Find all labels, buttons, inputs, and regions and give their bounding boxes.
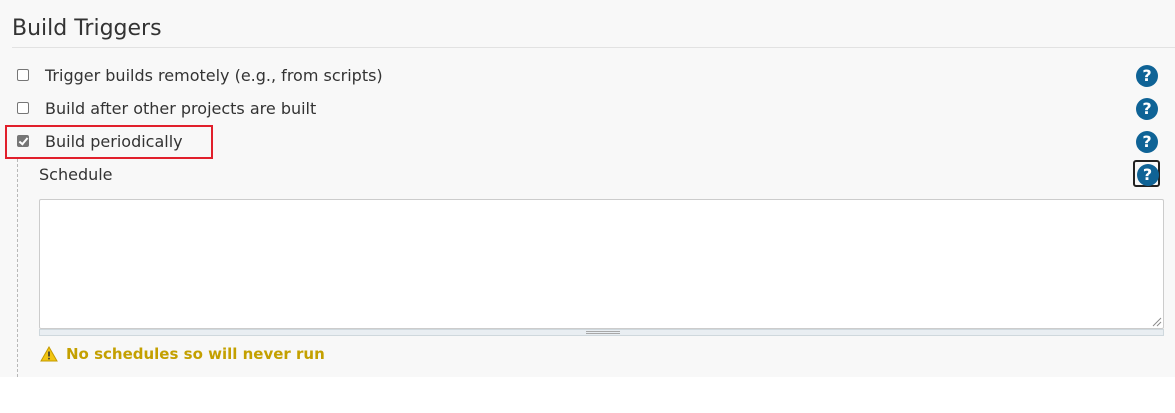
trigger-remote-checkbox[interactable]	[17, 69, 29, 81]
schedule-warning: No schedules so will never run	[40, 343, 325, 365]
section-title: Build Triggers	[12, 16, 162, 41]
build-after-other-help-icon[interactable]: ?	[1136, 98, 1158, 120]
build-after-other-label[interactable]: Build after other projects are built	[45, 99, 316, 118]
build-periodically-help-icon[interactable]: ?	[1136, 131, 1158, 153]
trigger-remote-label[interactable]: Trigger builds remotely (e.g., from scri…	[45, 66, 383, 85]
warning-triangle-icon	[40, 346, 58, 362]
schedule-warning-text: No schedules so will never run	[66, 345, 325, 363]
resize-handle-icon[interactable]	[1150, 315, 1162, 327]
schedule-help-focus-ring[interactable]: ?	[1133, 160, 1160, 187]
title-divider	[12, 47, 1175, 48]
textarea-expand-grip[interactable]	[39, 329, 1164, 336]
build-triggers-panel: Build Triggers Trigger builds remotely (…	[0, 0, 1175, 377]
schedule-label: Schedule	[39, 165, 113, 184]
build-periodically-checkbox[interactable]	[17, 135, 29, 147]
trigger-remote-row[interactable]: Trigger builds remotely (e.g., from scri…	[17, 63, 383, 87]
build-periodically-row[interactable]: Build periodically	[17, 129, 183, 153]
build-periodically-label[interactable]: Build periodically	[45, 132, 183, 151]
build-after-other-checkbox[interactable]	[17, 102, 29, 114]
trigger-remote-help-icon[interactable]: ?	[1136, 65, 1158, 87]
schedule-textarea[interactable]	[39, 199, 1164, 329]
build-after-other-row[interactable]: Build after other projects are built	[17, 96, 316, 120]
grip-lines-icon	[586, 331, 620, 334]
schedule-help-icon[interactable]: ?	[1136, 163, 1159, 186]
nested-section-guide	[17, 159, 18, 377]
